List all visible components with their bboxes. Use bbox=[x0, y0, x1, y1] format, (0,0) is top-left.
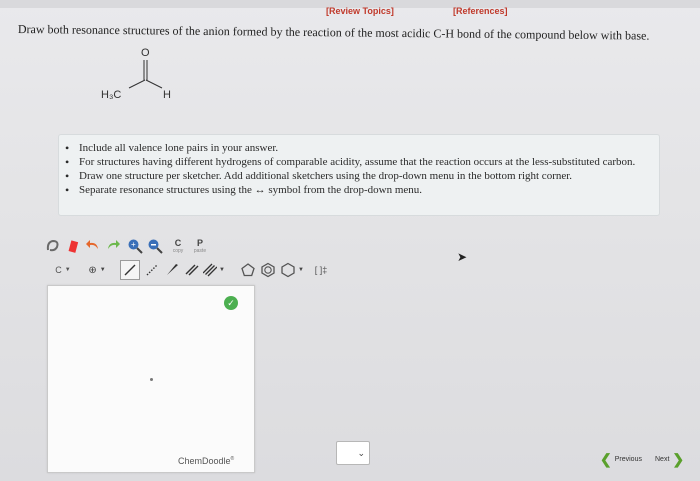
paste-button[interactable]: P paste bbox=[190, 237, 210, 257]
review-topics-link[interactable]: [Review Topics] bbox=[326, 6, 394, 16]
dashed-bond-icon bbox=[146, 264, 158, 276]
instruction-item: Draw one structure per sketcher. Add add… bbox=[65, 169, 659, 183]
zoom-in-icon[interactable]: + bbox=[126, 237, 144, 255]
brand-name: ChemDoodle bbox=[178, 456, 231, 466]
benzene-ring-icon bbox=[261, 262, 275, 278]
eraser-icon[interactable] bbox=[64, 237, 82, 255]
paste-letter: P bbox=[196, 238, 203, 248]
instruction-item: Include all valence lone pairs in your a… bbox=[65, 141, 659, 155]
hexagon-ring-icon bbox=[281, 262, 295, 278]
hydrogen-label: H bbox=[163, 89, 171, 101]
chevron-down-icon: ▼ bbox=[64, 267, 71, 273]
copy-button[interactable]: C copy bbox=[168, 237, 188, 257]
chevron-down-icon: ⌄ bbox=[357, 447, 365, 458]
pentagon-ring-icon bbox=[241, 263, 255, 277]
canvas-dot bbox=[150, 378, 153, 381]
element-select-button[interactable]: C ▼ bbox=[52, 261, 74, 279]
oxygen-atom-label: O bbox=[141, 47, 150, 59]
molecule-structure: O H₃C H bbox=[101, 47, 171, 101]
double-bond-button[interactable] bbox=[182, 260, 202, 280]
triple-bond-button[interactable]: ▼ bbox=[202, 260, 226, 280]
triple-bond-icon bbox=[203, 263, 218, 277]
chevron-down-icon: ▼ bbox=[219, 267, 225, 273]
redo-icon[interactable] bbox=[104, 237, 122, 255]
instruction-item: Separate resonance structures using the … bbox=[65, 183, 659, 197]
mouse-cursor-icon: ➤ bbox=[457, 250, 468, 264]
sketcher-dropdown[interactable]: ⌄ bbox=[336, 441, 370, 465]
chevron-down-icon: ▼ bbox=[298, 267, 304, 273]
double-bond-icon bbox=[185, 264, 199, 276]
sketcher-toolbar-bottom: C ▼ ⊕ ▼ ▼ ▼ [ ]‡ bbox=[44, 259, 344, 281]
plus-circle-icon: ⊕ bbox=[88, 264, 97, 276]
chemdoodle-brand: ChemDoodle® bbox=[178, 456, 234, 466]
previous-button[interactable]: ❮ Previous bbox=[600, 451, 642, 468]
single-bond-icon bbox=[124, 264, 136, 276]
checkmark-icon[interactable]: ✓ bbox=[224, 296, 238, 310]
copy-letter: C bbox=[174, 238, 182, 248]
lasso-tool-icon[interactable] bbox=[44, 237, 62, 255]
instruction-item: For structures having different hydrogen… bbox=[65, 155, 659, 169]
arrow-right-icon: ❯ bbox=[672, 451, 685, 467]
sketcher-canvas[interactable]: ✓ ChemDoodle® bbox=[47, 285, 255, 473]
next-label: Next bbox=[655, 456, 670, 463]
previous-label: Previous bbox=[614, 456, 642, 463]
copy-label: copy bbox=[172, 248, 184, 254]
charge-plus-button[interactable]: ⊕ ▼ bbox=[84, 261, 110, 279]
wedge-bond-icon bbox=[167, 264, 178, 275]
arrow-left-icon: ❮ bbox=[600, 451, 612, 467]
top-links: [Review Topics] [References] bbox=[0, 6, 700, 22]
paste-label: paste bbox=[193, 248, 207, 254]
references-link[interactable]: [References] bbox=[453, 6, 508, 16]
chevron-down-icon: ▼ bbox=[99, 267, 106, 273]
wedge-bond-button[interactable] bbox=[162, 260, 182, 280]
methyl-label: H₃C bbox=[101, 89, 121, 101]
sketcher-toolbar-top: + C copy P paste bbox=[44, 237, 254, 257]
dashed-bond-button[interactable] bbox=[142, 260, 162, 280]
brand-mark: ® bbox=[230, 456, 235, 462]
undo-icon[interactable] bbox=[84, 237, 102, 255]
ring-template-button[interactable]: ▼ bbox=[278, 260, 306, 280]
svg-text:+: + bbox=[131, 240, 136, 249]
single-bond-button[interactable] bbox=[120, 260, 140, 280]
cyclopentane-button[interactable] bbox=[238, 260, 258, 280]
carbon-label: C bbox=[55, 265, 62, 275]
bracket-label: [ ]‡ bbox=[314, 265, 328, 275]
benzene-button[interactable] bbox=[258, 260, 278, 280]
next-button[interactable]: Next ❯ bbox=[655, 451, 684, 468]
zoom-out-icon[interactable] bbox=[146, 237, 164, 255]
instructions-box: Include all valence lone pairs in your a… bbox=[58, 134, 660, 216]
bracket-charge-button[interactable]: [ ]‡ bbox=[310, 261, 332, 279]
